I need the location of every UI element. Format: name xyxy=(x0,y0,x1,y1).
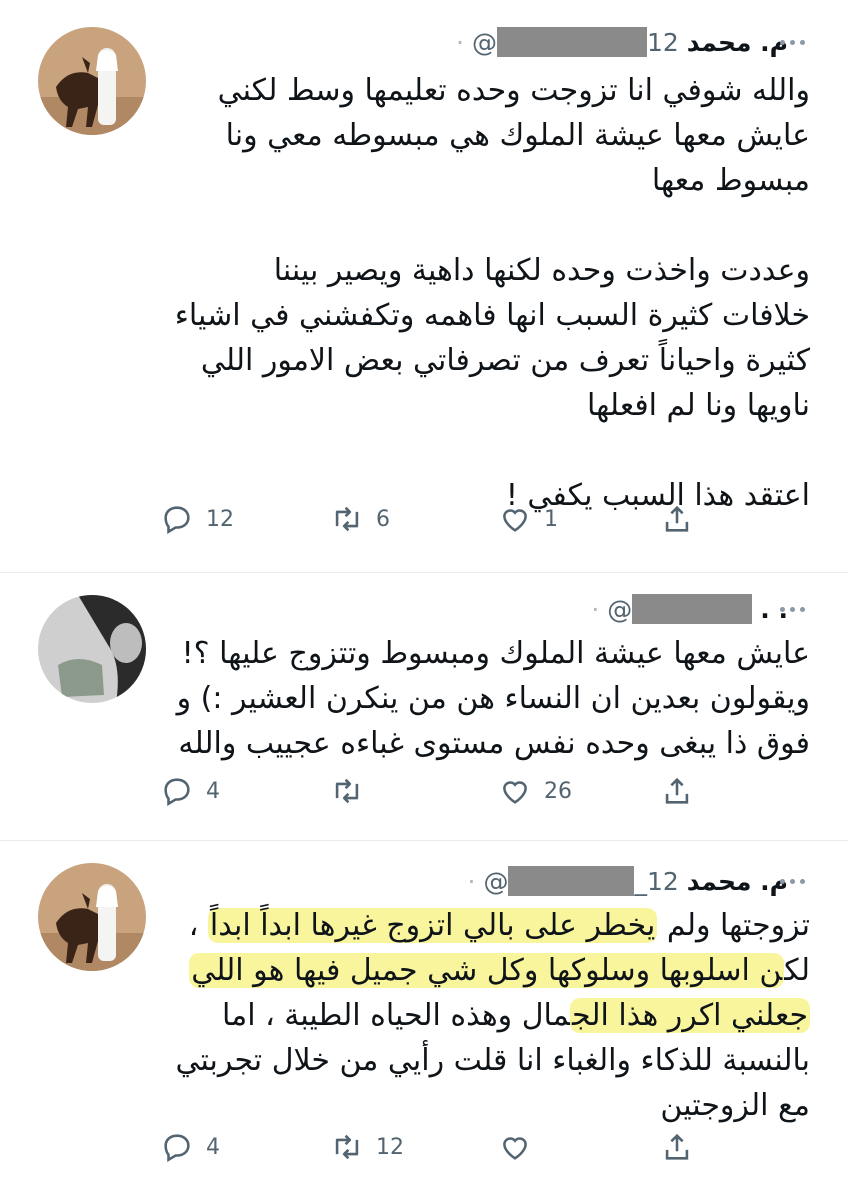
reply-button[interactable]: 12 xyxy=(160,497,234,541)
retweet-icon xyxy=(335,1134,359,1160)
tweet-header: . . @ · xyxy=(591,591,788,627)
more-icon[interactable] xyxy=(772,24,812,60)
reply-count: 4 xyxy=(206,778,220,804)
highlight: ن اسلوبها وسلوكها وكل شي جميل فيها هو ال… xyxy=(189,953,785,988)
text-line: ويقولون بعدين ان النساء هن من ينكرن العش… xyxy=(176,681,810,716)
text-line: جعلني اكرر هذا الجمال وهذه الحياه الطيبة… xyxy=(221,998,810,1033)
text-line: تزوجتها ولم يخطر على بالي اتزوج غيرها اب… xyxy=(188,908,810,943)
share-icon xyxy=(665,1133,689,1160)
retweet-button[interactable]: 12 xyxy=(330,1125,404,1169)
separator-dot: · xyxy=(456,27,464,57)
more-icon[interactable] xyxy=(772,591,812,627)
handle-prefix: @ xyxy=(607,594,633,624)
like-button[interactable]: 26 xyxy=(498,769,572,813)
share-button[interactable] xyxy=(660,769,694,813)
share-button[interactable] xyxy=(660,497,694,541)
tweet-text: عايش معها عيشة الملوك ومبسوط وتتزوج عليه… xyxy=(170,631,810,766)
like-icon xyxy=(503,1137,527,1160)
text-line: مبسوط معها xyxy=(651,163,810,198)
share-button[interactable] xyxy=(660,1125,694,1169)
retweet-icon xyxy=(335,778,359,804)
redacted-handle xyxy=(508,866,635,896)
reply-icon xyxy=(164,506,190,535)
separator-dot: · xyxy=(467,866,476,896)
text-line: وعددت واخذت وحده لكنها داهية ويصير بيننا xyxy=(273,253,810,288)
text-line: ناويها ونا لم افعلها xyxy=(586,388,810,423)
text-line: مع الزوجتين xyxy=(660,1088,810,1123)
like-count: 26 xyxy=(544,778,572,804)
user-handle[interactable]: @ 12 xyxy=(472,27,679,57)
tweet-2[interactable]: . . @ · عايش معها عيشة الملوك ومبسوط وتت… xyxy=(0,573,848,828)
separator-dot: · xyxy=(591,594,600,624)
reply-count: 12 xyxy=(206,506,234,532)
text-line: كثيرة واحياناً تعرف من تصرفاتي بعض الامو… xyxy=(200,343,810,378)
text-line: لكن اسلوبها وسلوكها وكل شي جميل فيها هو … xyxy=(189,953,810,988)
retweet-button[interactable]: 6 xyxy=(330,497,390,541)
avatar-image xyxy=(38,27,146,135)
handle-prefix: @ xyxy=(471,27,497,57)
avatar-image xyxy=(38,595,146,703)
action-bar: 12 6 1 xyxy=(160,497,720,541)
like-count: 1 xyxy=(544,506,558,532)
text-line: عايش معها عيشة الملوك هي مبسوطه معي ونا xyxy=(225,118,810,153)
tweet-text: والله شوفي انا تزوجت وحده تعليمها وسط لك… xyxy=(170,68,810,518)
action-bar: 4 12 xyxy=(160,1125,720,1169)
avatar[interactable] xyxy=(38,595,146,703)
like-icon xyxy=(503,781,527,804)
text-line: بالنسبة للذكاء والغباء انا قلت رأيي من خ… xyxy=(175,1043,810,1078)
tweet-header: م. محمد @ _12 · xyxy=(467,863,788,899)
redacted-handle xyxy=(632,594,753,624)
share-icon xyxy=(665,777,689,804)
reply-button[interactable]: 4 xyxy=(160,1125,220,1169)
highlight: يخطر على بالي اتزوج غيرها ابداً ابداً xyxy=(207,908,658,943)
avatar[interactable] xyxy=(38,863,146,971)
user-handle[interactable]: @ _12 xyxy=(483,866,679,896)
retweet-count: 6 xyxy=(376,506,390,532)
like-button[interactable]: 1 xyxy=(498,497,558,541)
like-button[interactable] xyxy=(498,1125,544,1169)
reply-count: 4 xyxy=(206,1134,220,1160)
tweet-1[interactable]: م. محمد @ 12 · والله شوفي انا تزوجت وحده… xyxy=(0,0,848,570)
tweet-text: تزوجتها ولم يخطر على بالي اتزوج غيرها اب… xyxy=(170,903,810,1128)
more-icon[interactable] xyxy=(772,863,812,899)
handle-prefix: @ xyxy=(483,866,509,896)
reply-icon xyxy=(164,778,190,807)
tweet-header: م. محمد @ 12 · xyxy=(456,24,788,60)
text-line: خلافات كثيرة السبب انها فاهمه وتكفشني في… xyxy=(174,298,810,333)
handle-suffix: 12 xyxy=(646,27,679,57)
user-handle[interactable]: @ xyxy=(607,594,753,624)
avatar-image xyxy=(38,863,146,971)
action-bar: 4 26 xyxy=(160,769,720,813)
retweet-count: 12 xyxy=(376,1134,404,1160)
reply-icon xyxy=(164,1134,190,1163)
text-line: والله شوفي انا تزوجت وحده تعليمها وسط لك… xyxy=(217,73,810,108)
highlight: جعلني اكرر هذا الج xyxy=(569,998,810,1033)
text-line: عايش معها عيشة الملوك ومبسوط وتتزوج عليه… xyxy=(181,636,810,671)
share-icon xyxy=(665,505,689,532)
like-icon xyxy=(503,509,527,532)
redacted-handle xyxy=(496,27,647,57)
retweet-icon xyxy=(335,506,359,532)
tweet-3[interactable]: م. محمد @ _12 · تزوجتها ولم يخطر على بال… xyxy=(0,841,848,1200)
retweet-button[interactable] xyxy=(330,769,376,813)
text-line: فوق ذا يبغى وحده نفس مستوى غباءه عجييب و… xyxy=(178,726,810,761)
avatar[interactable] xyxy=(38,27,146,135)
reply-button[interactable]: 4 xyxy=(160,769,220,813)
handle-suffix: _12 xyxy=(634,866,679,896)
